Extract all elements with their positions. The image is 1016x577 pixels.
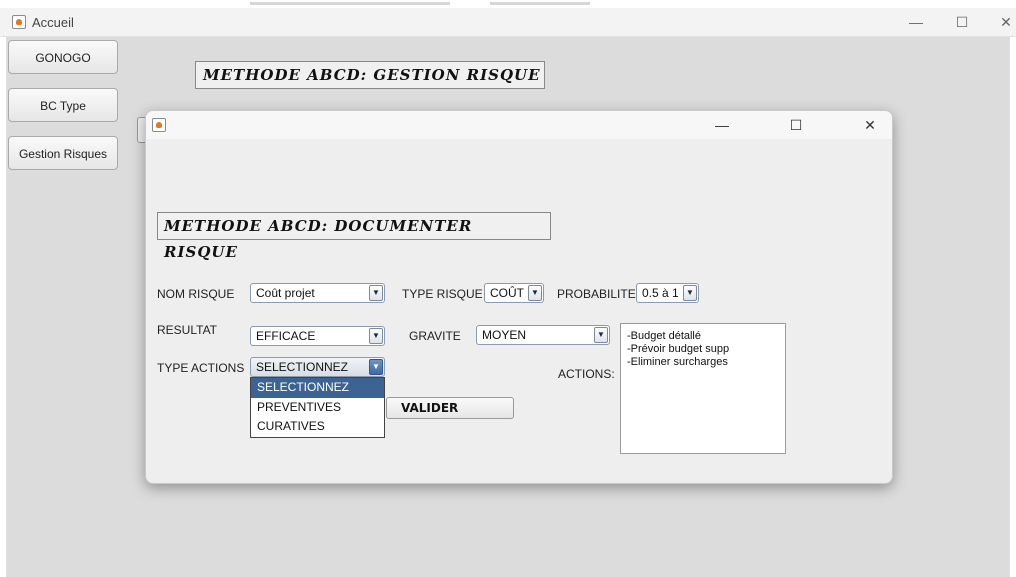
action-line: -Prévoir budget supp — [627, 343, 730, 355]
gonogo-button[interactable]: GONOGO — [8, 40, 118, 74]
dropdown-option-curatives[interactable]: CURATIVES — [251, 417, 384, 437]
background-window-edge — [250, 2, 450, 5]
gestion-risques-button[interactable]: Gestion Risques — [8, 136, 118, 170]
probabilite-label: PROBABILITE — [557, 287, 636, 301]
resultat-value: EFFICACE — [256, 329, 316, 343]
resultat-select[interactable]: EFFICACE ▼ — [250, 326, 385, 346]
minimize-icon[interactable]: — — [896, 8, 936, 36]
nom-risque-select[interactable]: Coût projet ▼ — [250, 283, 385, 303]
dialog-title-bar: — ☐ ✕ — [146, 111, 892, 139]
probabilite-value: 0.5 à 1 — [642, 286, 679, 300]
top-edge — [0, 0, 1016, 6]
gravite-label: GRAVITE — [409, 329, 461, 343]
maximize-icon[interactable]: ☐ — [942, 8, 982, 36]
valider-button[interactable]: VALIDER — [386, 397, 514, 419]
outer-page-heading: METHODE ABCD: GESTION RISQUE — [195, 61, 545, 89]
documenter-risque-dialog: — ☐ ✕ METHODE ABCD: DOCUMENTER RISQUE NO… — [145, 110, 893, 484]
outer-title-bar: Accueil — ☐ ✕ — [0, 8, 1016, 37]
chevron-down-icon[interactable]: ▼ — [369, 359, 383, 375]
background-window-edge-2 — [490, 2, 590, 5]
dialog-heading: METHODE ABCD: DOCUMENTER RISQUE — [157, 212, 551, 261]
dialog-minimize-icon[interactable]: — — [702, 111, 742, 139]
action-line: -Eliminer surcharges — [627, 356, 728, 368]
dropdown-option-selectionnez[interactable]: SELECTIONNEZ — [251, 378, 384, 398]
type-actions-select[interactable]: SELECTIONNEZ ▼ — [250, 357, 385, 377]
probabilite-select[interactable]: 0.5 à 1 ▼ — [636, 283, 699, 303]
bc-type-button[interactable]: BC Type — [8, 88, 118, 122]
resultat-label: RESULTAT — [157, 323, 218, 337]
nom-risque-label: NOM RISQUE — [157, 287, 235, 301]
dialog-maximize-icon[interactable]: ☐ — [776, 111, 816, 139]
dialog-close-icon[interactable]: ✕ — [850, 111, 890, 139]
gravite-value: MOYEN — [482, 328, 527, 342]
type-risque-select[interactable]: COÛT ▼ — [484, 283, 544, 303]
chevron-down-icon[interactable]: ▼ — [369, 285, 383, 301]
actions-textarea[interactable]: -Budget détallé -Prévoir budget supp -El… — [620, 323, 786, 454]
dropdown-option-preventives[interactable]: PREVENTIVES — [251, 398, 384, 418]
chevron-down-icon[interactable]: ▼ — [528, 285, 542, 301]
chevron-down-icon[interactable]: ▼ — [683, 285, 697, 301]
java-icon — [12, 15, 26, 29]
chevron-down-icon[interactable]: ▼ — [594, 327, 608, 343]
type-risque-label: TYPE RISQUE — [402, 287, 483, 301]
type-actions-value: SELECTIONNEZ — [256, 360, 349, 374]
close-icon[interactable]: ✕ — [986, 8, 1016, 36]
chevron-down-icon[interactable]: ▼ — [369, 328, 383, 344]
gravite-select[interactable]: MOYEN ▼ — [476, 325, 610, 345]
type-actions-dropdown-list: SELECTIONNEZ PREVENTIVES CURATIVES — [250, 377, 385, 438]
type-actions-label: TYPE ACTIONS — [157, 361, 245, 375]
nom-risque-value: Coût projet — [256, 286, 315, 300]
type-risque-value: COÛT — [490, 286, 524, 300]
outer-window-title: Accueil — [32, 15, 74, 30]
java-icon — [152, 118, 166, 132]
action-line: -Budget détallé — [627, 330, 701, 342]
actions-label: ACTIONS: — [558, 367, 615, 381]
